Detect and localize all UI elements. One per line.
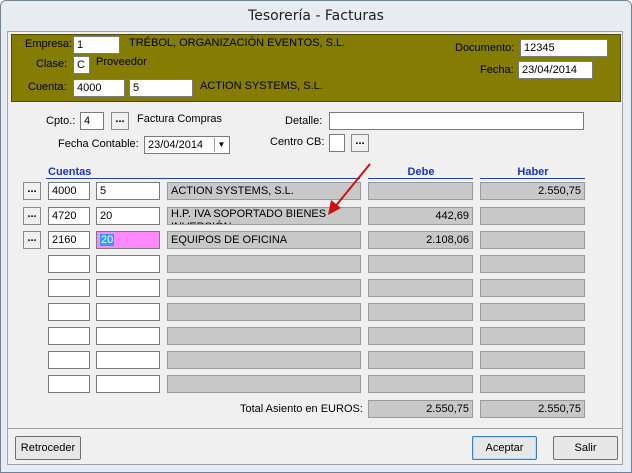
row-3-sub-selected: 20 <box>100 234 115 246</box>
clase-label: Clase: <box>36 58 68 70</box>
row-4-haber <box>480 255 585 273</box>
total-label: Total Asiento en EUROS: <box>240 403 363 415</box>
total-debe: 2.550,75 <box>368 400 473 418</box>
centro-input[interactable] <box>329 134 345 152</box>
row-9-desc <box>167 375 361 393</box>
row-8-sub[interactable] <box>96 351 160 369</box>
row-7-desc <box>167 327 361 345</box>
row-1-lookup-button[interactable]: ... <box>23 182 41 200</box>
row-1-haber: 2.550,75 <box>480 182 585 200</box>
col-haber: Haber <box>517 166 549 178</box>
documento-input[interactable]: 12345 <box>520 39 608 57</box>
row-2-cuenta[interactable]: 4720 <box>48 207 90 225</box>
empresa-input[interactable]: 1 <box>73 36 120 54</box>
row-6-sub[interactable] <box>96 303 160 321</box>
detalle-label: Detalle: <box>285 115 323 127</box>
fecha-contable-select[interactable]: 23/04/2014 ▼ <box>144 136 230 154</box>
cuenta-sub-input[interactable]: 5 <box>129 79 193 97</box>
row-6-desc <box>167 303 361 321</box>
row-5-desc <box>167 279 361 297</box>
cpto-lookup-button[interactable]: ... <box>111 112 129 130</box>
row-8-cuenta[interactable] <box>48 351 90 369</box>
row-2-lookup-button[interactable]: ... <box>23 207 41 225</box>
row-8-haber <box>480 351 585 369</box>
row-3-desc: EQUIPOS DE OFICINA <box>167 231 361 249</box>
total-haber: 2.550,75 <box>480 400 585 418</box>
row-5-haber <box>480 279 585 297</box>
row-1-debe <box>368 182 473 200</box>
row-4-sub[interactable] <box>96 255 160 273</box>
haber-underline <box>480 178 585 179</box>
row-5-sub[interactable] <box>96 279 160 297</box>
row-5-debe <box>368 279 473 297</box>
col-debe: Debe <box>407 166 435 178</box>
fecha-contable-value: 23/04/2014 <box>148 139 204 151</box>
row-4-desc <box>167 255 361 273</box>
annotation-arrow-icon <box>328 163 371 215</box>
retroceder-button[interactable]: Retroceder <box>15 436 81 460</box>
cuenta-input[interactable]: 4000 <box>73 79 125 97</box>
clase-input[interactable]: C <box>73 56 90 74</box>
fecha-contable-label: Fecha Contable: <box>58 138 139 150</box>
empresa-name: TRÉBOL, ORGANIZACIÓN EVENTOS, S.L. <box>129 37 346 49</box>
cuentas-underline <box>46 178 360 179</box>
row-8-debe <box>368 351 473 369</box>
salir-button[interactable]: Salir <box>553 436 618 460</box>
detalle-input[interactable] <box>329 112 584 130</box>
row-9-sub[interactable] <box>96 375 160 393</box>
cuenta-label: Cuenta: <box>28 81 67 93</box>
row-2-haber <box>480 207 585 225</box>
row-7-haber <box>480 327 585 345</box>
row-3-cuenta[interactable]: 2160 <box>48 231 90 249</box>
row-3-haber <box>480 231 585 249</box>
row-5-cuenta[interactable] <box>48 279 90 297</box>
row-2-sub[interactable]: 20 <box>96 207 160 225</box>
row-6-haber <box>480 303 585 321</box>
cpto-label: Cpto.: <box>46 115 76 127</box>
fecha-label: Fecha: <box>480 64 514 76</box>
row-4-debe <box>368 255 473 273</box>
row-9-cuenta[interactable] <box>48 375 90 393</box>
row-7-debe <box>368 327 473 345</box>
row-8-desc <box>167 351 361 369</box>
debe-underline <box>368 178 473 179</box>
row-6-debe <box>368 303 473 321</box>
row-9-debe <box>368 375 473 393</box>
cpto-name: Factura Compras <box>137 113 222 125</box>
row-1-sub[interactable]: 5 <box>96 182 160 200</box>
row-3-debe: 2.108,06 <box>368 231 473 249</box>
row-9-haber <box>480 375 585 393</box>
cpto-input[interactable]: 4 <box>80 112 104 130</box>
centro-lookup-button[interactable]: ... <box>351 134 369 152</box>
col-cuentas: Cuentas <box>48 166 92 178</box>
chevron-down-icon[interactable]: ▼ <box>214 138 228 152</box>
centro-label: Centro CB: <box>270 136 325 148</box>
window-title: Tesorería - Facturas <box>1 1 631 32</box>
row-7-sub[interactable] <box>96 327 160 345</box>
clase-name: Proveedor <box>96 56 147 68</box>
row-7-cuenta[interactable] <box>48 327 90 345</box>
row-2-debe: 442,69 <box>368 207 473 225</box>
cuenta-name: ACTION SYSTEMS, S.L. <box>200 80 323 92</box>
documento-label: Documento: <box>455 42 515 54</box>
aceptar-button[interactable]: Aceptar <box>472 436 537 460</box>
footer-separator <box>8 428 622 429</box>
fecha-input[interactable]: 23/04/2014 <box>518 61 593 79</box>
row-3-sub[interactable]: 20 <box>96 231 160 249</box>
row-1-cuenta[interactable]: 4000 <box>48 182 90 200</box>
row-6-cuenta[interactable] <box>48 303 90 321</box>
row-4-cuenta[interactable] <box>48 255 90 273</box>
empresa-label: Empresa: <box>25 38 73 50</box>
row-3-lookup-button[interactable]: ... <box>23 231 41 249</box>
